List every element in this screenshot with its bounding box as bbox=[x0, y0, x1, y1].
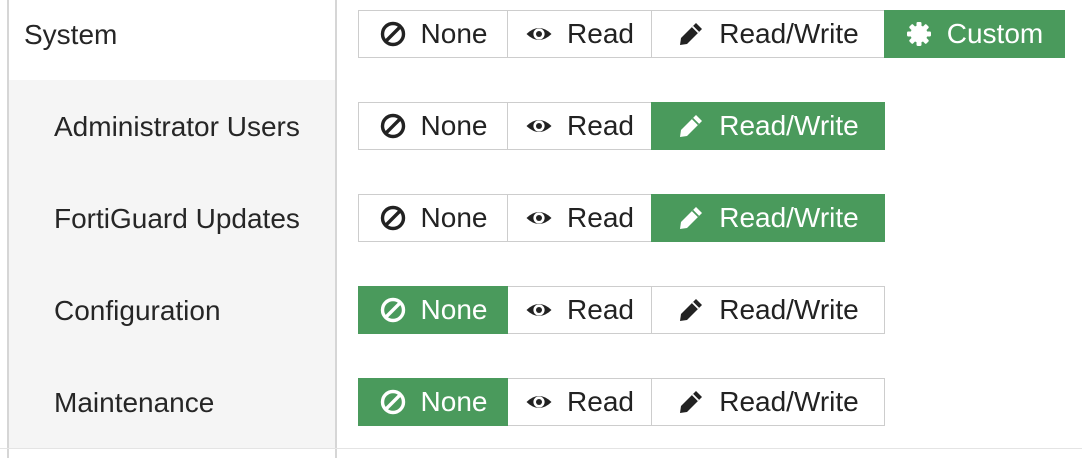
read-write-label: Read/Write bbox=[719, 294, 859, 325]
read-write-label: Read/Write bbox=[719, 386, 859, 417]
row-label-fortiguard-updates: FortiGuard Updates bbox=[54, 203, 300, 234]
eye-icon bbox=[525, 296, 553, 324]
none-label: None bbox=[420, 202, 488, 233]
pencil-icon bbox=[677, 204, 705, 232]
none-button[interactable]: None bbox=[358, 286, 508, 334]
permission-toggle-system: None Read Read/Write Custom bbox=[358, 10, 1065, 58]
read-write-button[interactable]: Read/Write bbox=[651, 286, 885, 334]
read-label: Read bbox=[567, 110, 634, 141]
column-divider bbox=[335, 0, 337, 458]
read-button[interactable]: Read bbox=[506, 102, 653, 150]
ban-icon bbox=[379, 20, 407, 48]
read-label: Read bbox=[567, 202, 634, 233]
pencil-icon bbox=[677, 296, 705, 324]
permission-toggle-administrator-users: None Read Read/Write bbox=[358, 102, 885, 150]
row-label-maintenance: Maintenance bbox=[54, 387, 215, 418]
read-write-button[interactable]: Read/Write bbox=[651, 378, 885, 426]
read-write-label: Read/Write bbox=[719, 110, 859, 141]
none-button[interactable]: None bbox=[358, 10, 508, 58]
none-label: None bbox=[420, 386, 488, 417]
ban-icon bbox=[379, 204, 407, 232]
none-button[interactable]: None bbox=[358, 194, 508, 242]
read-write-button[interactable]: Read/Write bbox=[651, 10, 885, 58]
pencil-icon bbox=[677, 20, 705, 48]
gear-icon bbox=[905, 20, 933, 48]
read-write-button[interactable]: Read/Write bbox=[651, 194, 885, 242]
none-label: None bbox=[420, 294, 488, 325]
custom-button[interactable]: Custom bbox=[883, 10, 1065, 58]
ban-icon bbox=[379, 296, 407, 324]
pencil-icon bbox=[677, 388, 705, 416]
read-label: Read bbox=[567, 386, 634, 417]
custom-label: Custom bbox=[946, 18, 1044, 49]
pencil-icon bbox=[677, 112, 705, 140]
row-label-configuration: Configuration bbox=[54, 295, 221, 326]
read-write-label: Read/Write bbox=[719, 18, 859, 49]
none-label: None bbox=[420, 18, 488, 49]
read-label: Read bbox=[567, 294, 634, 325]
eye-icon bbox=[525, 204, 553, 232]
bottom-divider bbox=[0, 448, 1082, 449]
row-label-administrator-users: Administrator Users bbox=[54, 111, 300, 142]
none-label: None bbox=[420, 110, 488, 141]
permission-toggle-configuration: None Read Read/Write bbox=[358, 286, 885, 334]
ban-icon bbox=[379, 388, 407, 416]
permission-toggle-maintenance: None Read Read/Write bbox=[358, 378, 885, 426]
row-label-system: System bbox=[24, 19, 118, 50]
eye-icon bbox=[525, 20, 553, 48]
permission-toggle-fortiguard-updates: None Read Read/Write bbox=[358, 194, 885, 242]
permissions-panel: System None Read Read/Write Custom Admin… bbox=[0, 0, 1082, 458]
eye-icon bbox=[525, 388, 553, 416]
read-write-label: Read/Write bbox=[719, 202, 859, 233]
read-button[interactable]: Read bbox=[506, 194, 653, 242]
read-write-button[interactable]: Read/Write bbox=[651, 102, 885, 150]
read-button[interactable]: Read bbox=[506, 286, 653, 334]
none-button[interactable]: None bbox=[358, 102, 508, 150]
read-button[interactable]: Read bbox=[506, 10, 653, 58]
none-button[interactable]: None bbox=[358, 378, 508, 426]
read-label: Read bbox=[567, 18, 634, 49]
eye-icon bbox=[525, 112, 553, 140]
read-button[interactable]: Read bbox=[506, 378, 653, 426]
ban-icon bbox=[379, 112, 407, 140]
